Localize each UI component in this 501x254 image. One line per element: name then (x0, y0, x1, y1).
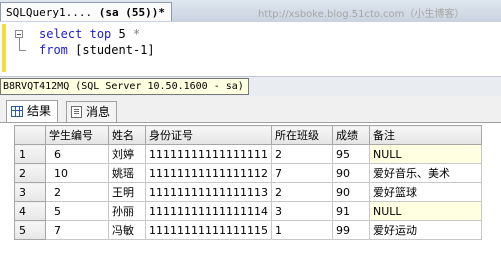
table-cell[interactable]: 90 (331, 182, 370, 202)
results-grid-area: 学生编号 姓名 身份证号 所在班级 成绩 备注 1 6 刘婷 111111111… (0, 123, 501, 254)
table-cell[interactable]: 爱好音乐、美术 (368, 163, 482, 183)
table-cell[interactable]: 7 (45, 220, 109, 240)
top-count: 5 (118, 27, 126, 41)
keyword-top: top (89, 27, 112, 41)
table-cell[interactable]: 姚瑶 (108, 163, 146, 183)
table-cell[interactable]: 刘婷 (108, 144, 146, 164)
changed-lines-marker (2, 24, 6, 72)
table-row[interactable]: 3 2 王明 11111111111111113 2 90 爱好篮球 (14, 182, 482, 202)
column-header[interactable]: 身份证号 (145, 125, 272, 145)
row-number[interactable]: 5 (14, 220, 46, 240)
table-cell[interactable]: 7 (270, 163, 333, 183)
code-line-2[interactable]: from [student-1] (39, 42, 155, 58)
table-cell-null[interactable]: NULL (368, 144, 482, 164)
tab-results[interactable]: 结果 (6, 100, 59, 122)
tab-title-prefix: SQLQuery1.... (6, 6, 93, 19)
table-row[interactable]: 5 7 冯敏 11111111111111115 1 99 爱好运动 (14, 220, 482, 240)
server-tooltip: B8RVQT412MQ (SQL Server 10.50.1600 - sa) (0, 78, 249, 95)
table-cell[interactable]: 11111111111111115 (145, 220, 272, 240)
column-header[interactable]: 姓名 (108, 125, 146, 145)
table-cell[interactable]: 10 (45, 163, 109, 183)
table-cell[interactable]: 11111111111111114 (145, 201, 272, 221)
table-cell[interactable]: 5 (45, 201, 109, 221)
table-cell[interactable]: 1 (270, 220, 333, 240)
watermark: http://xsboke.blog.51cto.com（小生博客） (258, 9, 465, 20)
table-row[interactable]: 4 5 孙丽 11111111111111114 3 91 NULL (14, 201, 482, 221)
table-row[interactable]: 1 6 刘婷 11111111111111111 2 95 NULL (14, 144, 482, 164)
tab-title-suffix: (sa (55))* (98, 6, 165, 19)
column-header[interactable]: 备注 (368, 125, 482, 145)
server-strip: B8RVQT412MQ (SQL Server 10.50.1600 - sa) (0, 76, 501, 97)
document-tab-bar: SQLQuery1.... (sa (55))* http://xsboke.b… (0, 0, 501, 23)
fold-guide (19, 38, 20, 50)
code-line-1[interactable]: select top 5 * (39, 26, 140, 42)
query-editor[interactable]: select top 5 * from [student-1] (0, 22, 501, 76)
query-document-tab[interactable]: SQLQuery1.... (sa (55))* (0, 2, 172, 21)
collapse-icon[interactable] (15, 30, 23, 38)
table-cell[interactable]: 99 (331, 220, 370, 240)
table-cell[interactable]: 11111111111111113 (145, 182, 272, 202)
table-cell[interactable]: 2 (270, 182, 333, 202)
row-number[interactable]: 3 (14, 182, 46, 202)
row-number[interactable]: 2 (14, 163, 46, 183)
keyword-select: select (39, 27, 83, 41)
row-header-corner[interactable] (14, 125, 46, 145)
grid-header-row: 学生编号 姓名 身份证号 所在班级 成绩 备注 (14, 125, 482, 145)
table-cell-null[interactable]: NULL (368, 201, 482, 221)
results-grid: 学生编号 姓名 身份证号 所在班级 成绩 备注 1 6 刘婷 111111111… (14, 125, 482, 240)
tab-results-label: 结果 (27, 104, 52, 118)
table-cell[interactable]: 2 (270, 144, 333, 164)
table-cell[interactable]: 90 (331, 163, 370, 183)
fold-guide-end (19, 50, 26, 51)
star-operator: * (132, 27, 141, 41)
row-number[interactable]: 4 (14, 201, 46, 221)
message-icon (71, 106, 82, 118)
table-name: [student-1] (75, 43, 155, 57)
table-cell[interactable]: 冯敏 (108, 220, 146, 240)
grid-icon (11, 106, 23, 117)
table-cell[interactable]: 爱好运动 (368, 220, 482, 240)
table-cell[interactable]: 95 (331, 144, 370, 164)
table-cell[interactable]: 11111111111111112 (145, 163, 272, 183)
table-cell[interactable]: 2 (45, 182, 109, 202)
table-cell[interactable]: 王明 (108, 182, 146, 202)
table-cell[interactable]: 6 (45, 144, 109, 164)
table-cell[interactable]: 爱好篮球 (368, 182, 482, 202)
column-header[interactable]: 所在班级 (270, 125, 333, 145)
result-tabs: 结果 消息 (0, 96, 501, 123)
table-cell[interactable]: 91 (331, 201, 370, 221)
row-number[interactable]: 1 (14, 144, 46, 164)
table-row[interactable]: 2 10 姚瑶 11111111111111112 7 90 爱好音乐、美术 (14, 163, 482, 183)
tab-messages-label: 消息 (86, 104, 111, 119)
table-cell[interactable]: 11111111111111111 (145, 144, 272, 164)
keyword-from: from (39, 43, 68, 57)
table-cell[interactable]: 孙丽 (108, 201, 146, 221)
column-header[interactable]: 成绩 (331, 125, 370, 145)
column-header[interactable]: 学生编号 (45, 125, 109, 145)
table-cell[interactable]: 3 (270, 201, 333, 221)
tab-messages[interactable]: 消息 (66, 101, 118, 122)
